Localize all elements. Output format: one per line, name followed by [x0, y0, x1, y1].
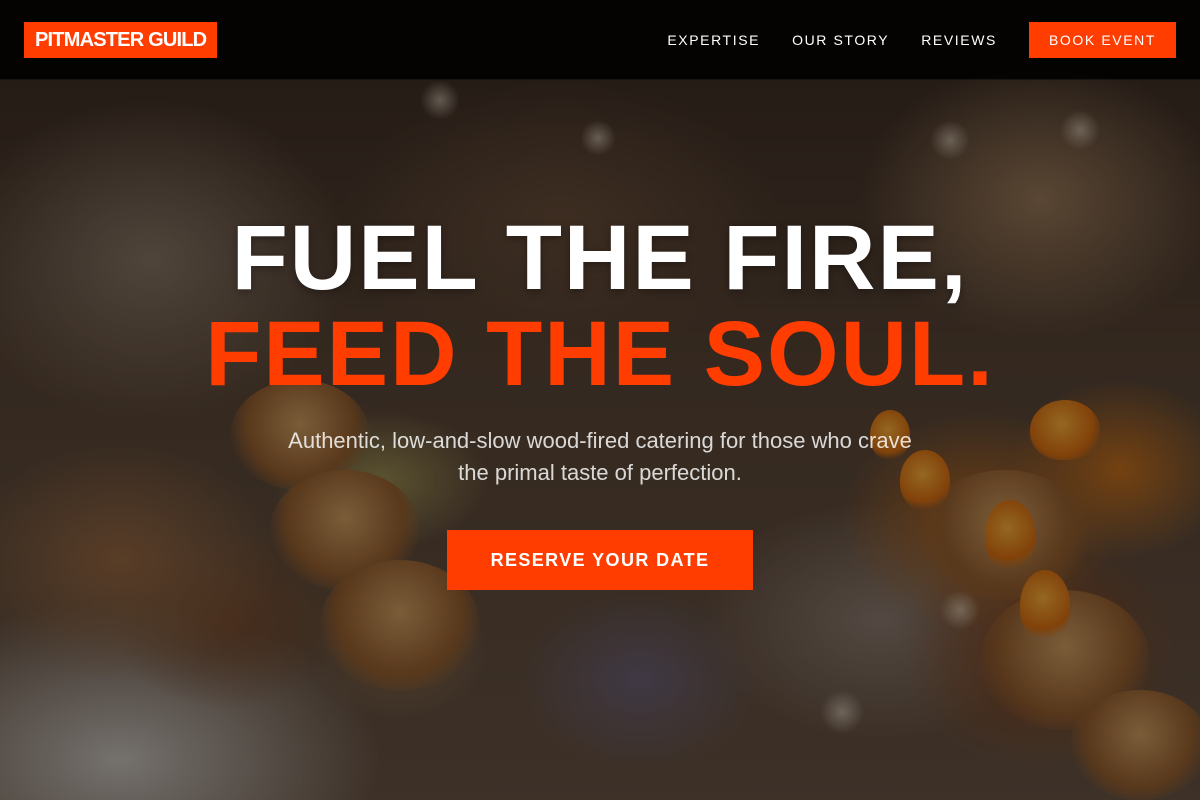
hero-headline-line2: FEED THE SOUL. [205, 303, 995, 405]
hero-section: FUEL THE FIRE, FEED THE SOUL. Authentic,… [0, 80, 1200, 800]
nav-link-reviews[interactable]: REVIEWS [921, 32, 997, 48]
nav-link-our-story[interactable]: OUR STORY [792, 32, 889, 48]
landing-page: PITMASTER GUILD EXPERTISE OUR STORY REVI… [0, 0, 1200, 800]
reserve-date-button[interactable]: RESERVE YOUR DATE [447, 530, 753, 590]
book-event-button[interactable]: BOOK EVENT [1028, 22, 1176, 58]
site-header: PITMASTER GUILD EXPERTISE OUR STORY REVI… [0, 0, 1200, 80]
nav-link-expertise[interactable]: EXPERTISE [667, 32, 760, 48]
main-nav: EXPERTISE OUR STORY REVIEWS BOOK EVENT [667, 22, 1176, 58]
hero-subtitle: Authentic, low-and-slow wood-fired cater… [288, 428, 912, 485]
hero-headline-line1: FUEL THE FIRE, [231, 207, 969, 309]
logo[interactable]: PITMASTER GUILD [24, 22, 218, 58]
